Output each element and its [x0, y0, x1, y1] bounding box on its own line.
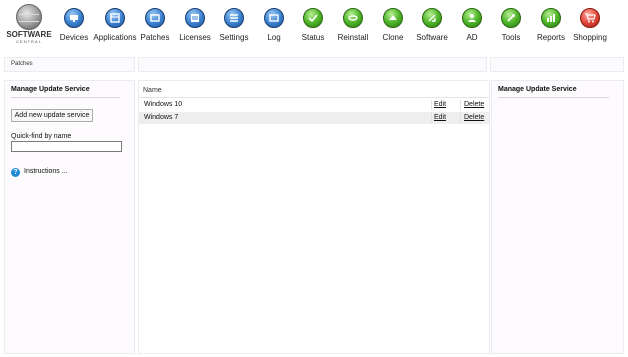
divider [498, 97, 609, 98]
breadcrumb: Patches [4, 57, 135, 72]
wrench-icon [501, 8, 521, 28]
patches-icon [145, 8, 165, 28]
divider [431, 100, 432, 110]
cart-icon [580, 8, 600, 28]
instructions-link[interactable]: ? Instructions ... [11, 168, 71, 179]
reinstall-icon [343, 8, 363, 28]
quick-find-input[interactable] [11, 141, 122, 152]
breadcrumb-bar-middle [138, 57, 487, 72]
add-update-service-button[interactable]: Add new update service [11, 109, 93, 122]
breadcrumb-bar-right [490, 57, 624, 72]
divider [431, 113, 432, 123]
right-panel: Manage Update Service [491, 80, 624, 354]
main-toolbar: SOFTWARE CENTRAL Devices Applications Pa… [0, 0, 628, 48]
globe-icon [16, 4, 42, 30]
settings-icon [224, 8, 244, 28]
license-icon [185, 8, 205, 28]
log-icon [264, 8, 284, 28]
monitor-icon [64, 8, 84, 28]
reports-icon [541, 8, 561, 28]
quick-find-label: Quick-find by name [11, 133, 72, 140]
delete-link[interactable]: Delete [464, 114, 484, 121]
column-header-name: Name [143, 87, 162, 94]
row-name: Windows 10 [144, 101, 183, 108]
table-row[interactable]: Windows 7 Edit Delete [139, 112, 489, 124]
instructions-label: Instructions ... [24, 168, 68, 175]
services-table: Name Windows 10 Edit Delete Windows 7 Ed… [138, 80, 490, 354]
apps-icon [105, 8, 125, 28]
help-icon: ? [11, 168, 20, 177]
delete-link[interactable]: Delete [464, 101, 484, 108]
toolbar-shopping[interactable]: Shopping [570, 6, 610, 46]
divider [139, 97, 489, 98]
divider [460, 100, 461, 110]
divider [460, 113, 461, 123]
table-row[interactable]: Windows 10 Edit Delete [139, 99, 489, 111]
app-window: SOFTWARE CENTRAL Devices Applications Pa… [0, 0, 628, 357]
users-icon [462, 8, 482, 28]
edit-link[interactable]: Edit [434, 101, 446, 108]
toolbar-label: Shopping [573, 33, 607, 42]
breadcrumb-label: Patches [11, 61, 33, 67]
left-panel: Manage Update Service Add new update ser… [4, 80, 135, 354]
left-panel-title: Manage Update Service [11, 86, 90, 93]
clone-icon [383, 8, 403, 28]
divider [11, 97, 120, 98]
edit-link[interactable]: Edit [434, 114, 446, 121]
status-check-icon [303, 8, 323, 28]
right-panel-title: Manage Update Service [498, 86, 577, 93]
software-icon [422, 8, 442, 28]
row-name: Windows 7 [144, 114, 179, 121]
